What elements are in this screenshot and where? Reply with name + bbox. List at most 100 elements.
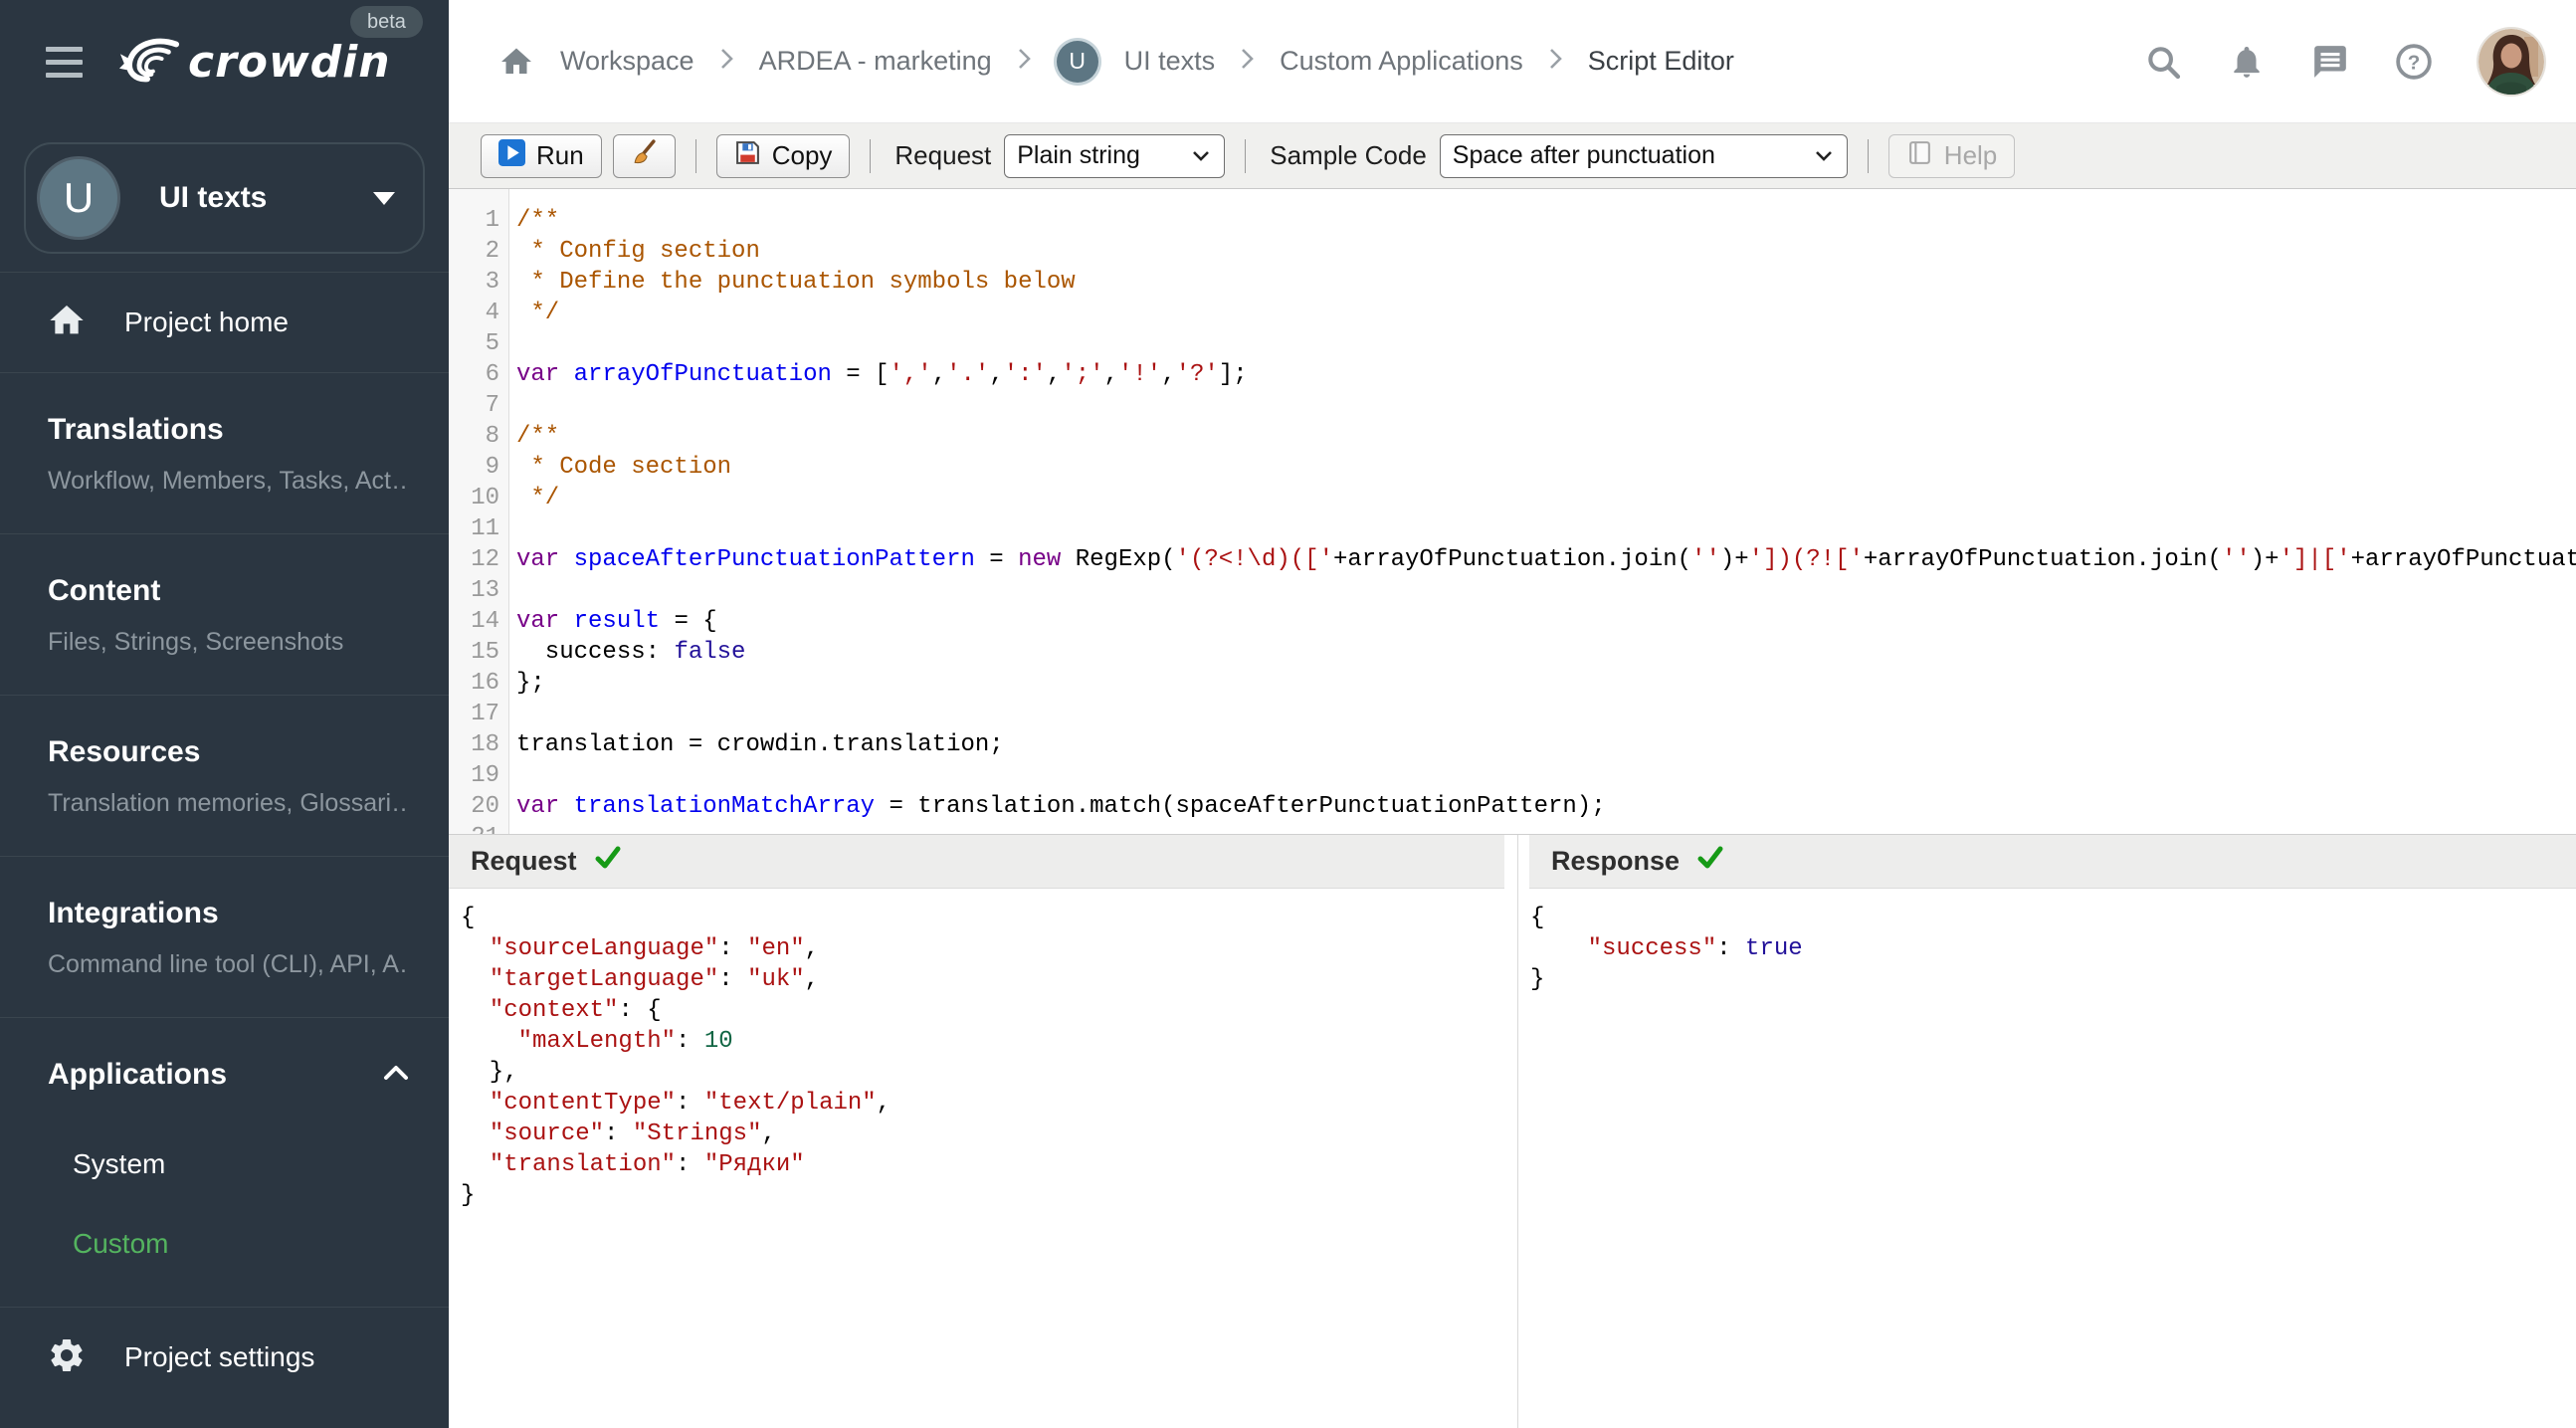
notifications-bell-icon[interactable] [2228,43,2266,81]
help-button[interactable]: Help [1887,133,2016,178]
request-json-line[interactable]: "targetLanguage": "uk", [461,964,1517,995]
toolbar-separator [694,138,696,173]
request-json-line[interactable]: { [461,903,1517,933]
script-code-editor[interactable]: 123456789101112131415161718192021 /** * … [449,189,2576,834]
sidebar-item-label: Project settings [124,1341,315,1372]
breadcrumb-home-icon[interactable] [498,44,534,80]
code-line[interactable]: var spaceAfterPunctuationPattern = new R… [516,544,2576,575]
request-json-line[interactable]: "maxLength": 10 [461,1026,1517,1057]
sidebar: crowdin beta U UI texts Project home Tra… [0,0,449,1428]
main-area: Workspace ARDEA - marketing U UI texts C… [449,0,2576,1428]
line-number: 11 [471,515,499,542]
breadcrumb-workspace[interactable]: Workspace [560,46,694,77]
green-check-icon [593,843,623,880]
line-number: 9 [485,454,499,481]
request-json-line[interactable]: }, [461,1057,1517,1088]
code-line[interactable]: /** [516,205,2576,236]
project-avatar: U [40,159,117,237]
toolbar-separator [1867,138,1869,173]
search-icon[interactable] [2144,43,2182,81]
chevron-down-icon [373,191,395,205]
request-json-line[interactable]: "translation": "Рядки" [461,1149,1517,1180]
line-number: 1 [485,207,499,234]
code-line[interactable]: /** [516,421,2576,452]
top-bar: Workspace ARDEA - marketing U UI texts C… [449,0,2576,123]
code-line[interactable]: */ [516,483,2576,513]
response-json: { "success": true} [1518,889,2576,1428]
request-format-value: Plain string [1017,141,1140,169]
breadcrumb-organization[interactable]: ARDEA - marketing [759,46,992,77]
chevron-right-icon [1549,46,1562,77]
code-line[interactable]: translation = crowdin.translation; [516,729,2576,760]
sidebar-item-applications-system[interactable]: System [48,1124,409,1204]
project-selector[interactable]: U UI texts [24,142,425,254]
code-line[interactable]: */ [516,298,2576,328]
section-title: Translations [48,413,224,446]
response-json-line: { [1530,905,1545,931]
code-line[interactable] [516,513,2576,544]
clean-brush-button[interactable] [612,133,676,178]
help-icon[interactable]: ? [2395,43,2433,81]
user-avatar[interactable] [2478,28,2544,95]
menu-hamburger-icon[interactable] [46,46,83,78]
code-line[interactable]: * Define the punctuation symbols below [516,267,2576,298]
line-number: 19 [471,762,499,789]
code-line[interactable]: var translationMatchArray = translation.… [516,791,2576,822]
request-json[interactable]: { "sourceLanguage": "en", "targetLanguag… [449,889,1517,1428]
code-line[interactable]: var result = { [516,606,2576,637]
sidebar-item-applications[interactable]: Applications [48,1055,409,1095]
sidebar-item-resources[interactable]: Resources Translation memories, Glossari… [0,696,449,856]
sidebar-item-content[interactable]: Content Files, Strings, Screenshots [0,534,449,695]
editor-toolbar: Run Copy Request Plain string Sample Cod… [449,123,2576,189]
request-json-line[interactable]: } [461,1180,1517,1211]
breadcrumb-project-avatar[interactable]: U [1056,40,1098,83]
code-line[interactable] [516,699,2576,729]
line-number: 2 [485,238,499,265]
sidebar-item-integrations[interactable]: Integrations Command line tool (CLI), AP… [0,857,449,1017]
beta-badge: beta [350,6,423,38]
request-json-line[interactable]: "contentType": "text/plain", [461,1088,1517,1119]
section-subtitle: Workflow, Members, Tasks, Act… [48,467,409,495]
save-floppy-icon [734,139,761,173]
code-line[interactable] [516,328,2576,359]
editor-gutter: 123456789101112131415161718192021 [449,189,509,834]
request-format-select[interactable]: Plain string [1004,133,1226,178]
line-number: 18 [471,731,499,758]
crowdin-logo[interactable]: crowdin [118,35,391,90]
code-line[interactable]: }; [516,668,2576,699]
sidebar-item-applications-custom[interactable]: Custom [48,1204,409,1284]
code-line[interactable] [516,822,2576,834]
editor-code[interactable]: /** * Config section * Define the punctu… [509,189,2576,834]
code-line[interactable]: success: false [516,637,2576,668]
request-json-line[interactable]: "context": { [461,995,1517,1026]
messages-chat-icon[interactable] [2311,43,2349,81]
sidebar-item-translations[interactable]: Translations Workflow, Members, Tasks, A… [0,373,449,533]
breadcrumb-project[interactable]: UI texts [1124,46,1216,77]
breadcrumb-script-editor: Script Editor [1587,46,1734,76]
code-line[interactable]: * Code section [516,452,2576,483]
sidebar-item-project-home[interactable]: Project home [0,273,449,372]
line-number: 5 [485,330,499,357]
request-format-label: Request [894,140,992,170]
section-subtitle: Command line tool (CLI), API, A… [48,950,409,978]
code-line[interactable] [516,760,2576,791]
copy-button-label: Copy [771,140,833,170]
code-line[interactable] [516,575,2576,606]
request-json-line[interactable]: "source": "Strings", [461,1119,1517,1149]
request-json-line[interactable]: "sourceLanguage": "en", [461,933,1517,964]
breadcrumb-custom-applications[interactable]: Custom Applications [1280,46,1523,77]
line-number: 10 [471,485,499,511]
chevron-down-icon [1193,151,1210,161]
sidebar-item-project-settings[interactable]: Project settings [0,1308,449,1407]
sample-code-select[interactable]: Space after punctuation [1439,133,1848,178]
top-bar-actions: ? [2144,28,2544,95]
code-line[interactable]: * Config section [516,236,2576,267]
line-number: 17 [471,701,499,727]
line-number: 7 [485,392,499,419]
code-line[interactable] [516,390,2576,421]
response-panel-title: Response [1551,846,1681,876]
copy-button[interactable]: Copy [715,133,851,178]
run-button[interactable]: Run [481,133,602,178]
sidebar-header: crowdin beta [0,0,449,123]
code-line[interactable]: var arrayOfPunctuation = [',','.',':',';… [516,359,2576,390]
